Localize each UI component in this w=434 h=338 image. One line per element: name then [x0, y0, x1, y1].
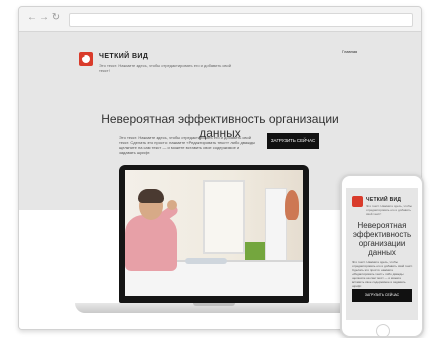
refresh-icon[interactable]: ↻ — [51, 13, 61, 23]
photo-monitor — [265, 188, 287, 264]
brand-logo-icon[interactable] — [79, 52, 93, 66]
laptop-screen — [119, 165, 309, 303]
brand-name[interactable]: ЧЕТКИЙ ВИД — [99, 53, 148, 60]
phone-brand-logo-icon[interactable] — [352, 196, 363, 207]
laptop-mockup — [75, 165, 353, 321]
nav-link-home[interactable]: Главная — [342, 49, 357, 54]
photo-person-body — [125, 215, 177, 271]
browser-toolbar: ← → ↻ — [19, 7, 421, 32]
laptop-photo — [125, 170, 303, 296]
phone-home-button-icon[interactable] — [376, 324, 390, 338]
phone-brand-tagline: Это текст. Нажмите здесь, чтобы отредакт… — [366, 204, 412, 216]
phone-brand-name[interactable]: ЧЕТКИЙ ВИД — [366, 197, 401, 203]
photo-plant — [285, 190, 299, 220]
phone-mockup: ЧЕТКИЙ ВИД Это текст. Нажмите здесь, что… — [340, 174, 424, 338]
forward-icon[interactable]: → — [39, 13, 49, 23]
back-icon[interactable]: ← — [27, 13, 37, 23]
download-button[interactable]: ЗАГРУЗИТЬ СЕЙЧАС — [267, 133, 319, 149]
page-description: Это текст. Нажмите здесь, чтобы отредакт… — [119, 135, 256, 155]
logo-play-icon — [82, 54, 85, 58]
phone-headline: Невероятная эффективность организации да… — [352, 221, 412, 257]
laptop-notch — [193, 303, 235, 306]
brand-tagline: Это текст. Нажмите здесь, чтобы отредакт… — [99, 63, 231, 73]
photo-person-hair — [138, 189, 164, 203]
photo-desk-items — [185, 258, 227, 264]
photo-window — [203, 180, 245, 254]
photo-person-hand — [167, 200, 177, 210]
address-bar[interactable] — [69, 13, 413, 27]
phone-description: Это текст. Нажмите здесь, чтобы отредакт… — [352, 260, 413, 288]
phone-screen: ЧЕТКИЙ ВИД Это текст. Нажмите здесь, что… — [346, 188, 418, 320]
phone-download-button[interactable]: ЗАГРУЗИТЬ СЕЙЧАС — [352, 289, 412, 302]
